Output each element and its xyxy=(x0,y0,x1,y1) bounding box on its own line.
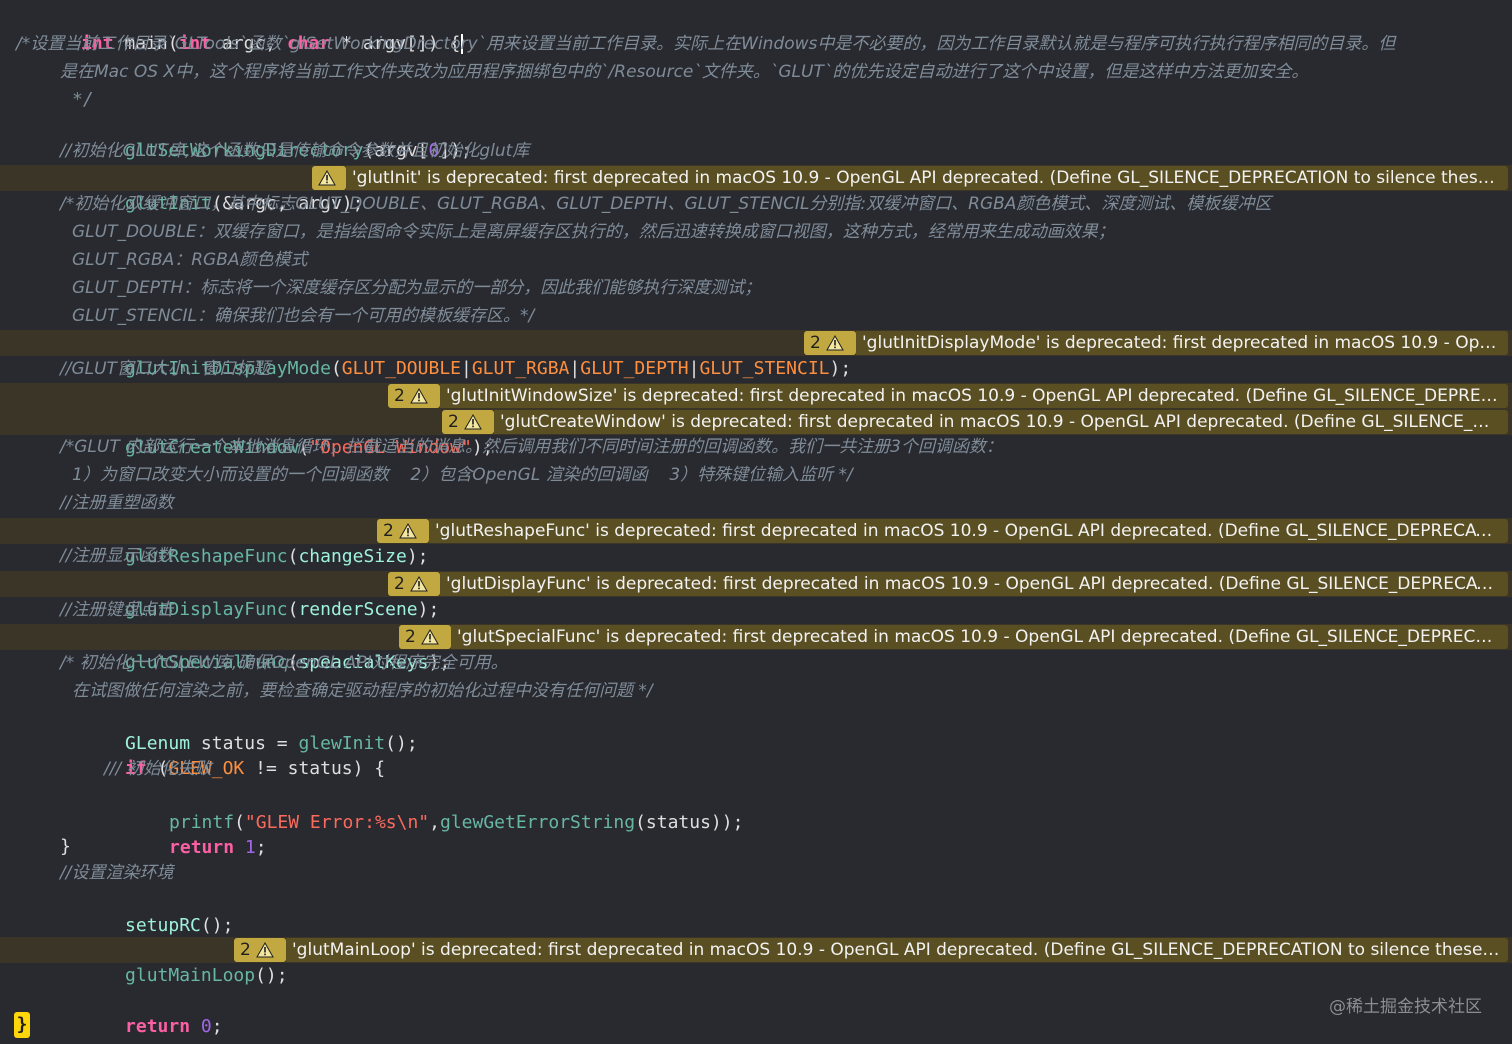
comment: 1）为窗口改变大小而设置的一个回调函数 2）包含OpenGL 渲染的回调函 3）… xyxy=(72,465,853,485)
comment-line[interactable]: 1）为窗口改变大小而设置的一个回调函数 2）包含OpenGL 渲染的回调函 3）… xyxy=(0,462,1512,488)
warning-triangle-icon xyxy=(318,170,336,186)
warning-count: 2 xyxy=(394,574,405,594)
comment-line[interactable]: /// 初始化失败 xyxy=(0,756,1512,782)
matching-brace-highlight[interactable]: } xyxy=(14,1012,30,1038)
code-text: (); xyxy=(200,915,234,936)
warning-message[interactable]: 'glutSpecialFunc' is deprecated: first d… xyxy=(451,625,1508,649)
comment: 是在Mac OS X中，这个程序将当前工作文件夹改为应用程序捆绑包中的`/Res… xyxy=(60,62,1309,82)
comment: */ xyxy=(72,89,94,110)
warning-message[interactable]: 'glutReshapeFunc' is deprecated: first d… xyxy=(429,519,1508,543)
warning-badge[interactable]: 2 xyxy=(804,331,856,355)
comment: /* 初始化一个GLEW库,确保OpenGL API对程序完全可用。 xyxy=(60,653,508,673)
comment-line[interactable]: GLUT_DEPTH：标志将一个深度缓存区分配为显示的一部分，因此我们能够执行深… xyxy=(0,275,1512,301)
warning-badge[interactable]: 2 xyxy=(377,519,429,543)
code-line-with-warning[interactable]: glutMainLoop(); 2 'glutMainLoop' is depr… xyxy=(0,937,1512,986)
comment-line[interactable]: GLUT_STENCIL：确保我们也会有一个可用的模板缓存区。*/ xyxy=(0,303,1512,329)
comment: GLUT_STENCIL：确保我们也会有一个可用的模板缓存区。*/ xyxy=(72,306,535,326)
code-text: } xyxy=(60,836,71,857)
comment: //注册键盘点击 xyxy=(60,600,174,620)
warning-count: 2 xyxy=(394,386,405,406)
warning-badge[interactable]: 2 xyxy=(234,938,286,962)
warning-message[interactable]: 'glutCreateWindow' is deprecated: first … xyxy=(494,410,1508,434)
code-line[interactable]: setupRC(); xyxy=(0,887,1512,936)
code-line[interactable]: } xyxy=(0,834,1512,860)
comment: GLUT_DEPTH：标志将一个深度缓存区分配为显示的一部分，因此我们能够执行深… xyxy=(72,278,762,298)
number-literal: 0 xyxy=(200,1016,212,1037)
warning-message[interactable]: 'glutDisplayFunc' is deprecated: first d… xyxy=(440,572,1508,596)
comment-line[interactable]: /*GLUT 内部运行一个本地消息循环，拦截适当的消息。然后调用我们不同时间注册… xyxy=(0,434,1512,460)
function-call: glutMainLoop xyxy=(125,965,256,986)
code-line-with-warning[interactable]: glutInit(&argc, argv); 'glutInit' is dep… xyxy=(0,165,1512,214)
warning-message[interactable]: 'glutInitWindowSize' is deprecated: firs… xyxy=(440,384,1508,408)
comment-line[interactable]: /*设置当前工作目录`GLTools`函数`glSetWorkingDrecto… xyxy=(0,31,1512,57)
code-line[interactable]: printf("GLEW Error:%s\n",glewGetErrorStr… xyxy=(0,784,1512,833)
warning-triangle-icon xyxy=(420,629,439,645)
comment-line[interactable]: /* 初始化一个GLEW库,确保OpenGL API对程序完全可用。 xyxy=(0,650,1512,676)
comment: //GLUT窗口大小、窗口标题 xyxy=(60,359,270,379)
code-line[interactable]: gltSetWorkingDirectory(argv[0]); xyxy=(0,112,1512,161)
comment-line[interactable]: //GLUT窗口大小、窗口标题 xyxy=(0,356,1512,382)
comment: //注册显示函数 xyxy=(60,546,174,566)
comment: /*GLUT 内部运行一个本地消息循环，拦截适当的消息。然后调用我们不同时间注册… xyxy=(60,437,1003,457)
warning-badge[interactable]: 2 xyxy=(399,625,451,649)
warning-message[interactable]: 'glutMainLoop' is deprecated: first depr… xyxy=(286,938,1508,962)
warning-count: 2 xyxy=(383,521,394,541)
code-text: (); xyxy=(255,965,288,986)
warning-triangle-icon xyxy=(409,388,428,404)
warning-badge[interactable]: 2 xyxy=(388,572,440,596)
warning-count: 2 xyxy=(810,333,821,353)
comment: /*初始化双缓冲窗口，其中标志GLUT_DOUBLE、GLUT_RGBA、GLU… xyxy=(60,194,1272,214)
code-line-with-warning[interactable]: glutReshapeFunc(changeSize); 2 'glutResh… xyxy=(0,518,1512,567)
function-call: setupRC xyxy=(125,915,201,936)
warning-count: 2 xyxy=(240,940,251,960)
comment-line[interactable]: GLUT_RGBA：RGBA颜色模式 xyxy=(0,247,1512,273)
code-line[interactable]: if (GLEW_OK != status) { xyxy=(0,730,1512,779)
code-line-with-warning[interactable]: glutInitDisplayMode(GLUT_DOUBLE|GLUT_RGB… xyxy=(0,330,1512,379)
comment: //初始化GLUT库,这个函数只是传输命令参数并且初始化glut库 xyxy=(60,141,530,161)
code-line-with-warning[interactable]: glutSpecialFunc(speacialKeys); 2 'glutSp… xyxy=(0,624,1512,673)
warning-triangle-icon xyxy=(463,414,482,430)
watermark: @稀土掘金技术社区 xyxy=(1329,997,1482,1017)
comment-line[interactable]: GLUT_DOUBLE：双缓存窗口，是指绘图命令实际上是离屏缓存区执行的，然后迅… xyxy=(0,219,1512,245)
comment: GLUT_DOUBLE：双缓存窗口，是指绘图命令实际上是离屏缓存区执行的，然后迅… xyxy=(72,222,1115,242)
comment-line[interactable]: */ xyxy=(0,87,1512,113)
comment-line[interactable]: //注册键盘点击 xyxy=(0,597,1512,623)
code-line-with-warning[interactable]: glutCreateWindow("OpenGL Window"); 2 'gl… xyxy=(0,409,1512,458)
code-line-with-warning[interactable]: glutInitWindowSize(800, 600); 2 'glutIni… xyxy=(0,383,1512,432)
warning-count: 2 xyxy=(448,412,459,432)
comment-line[interactable]: /*初始化双缓冲窗口，其中标志GLUT_DOUBLE、GLUT_RGBA、GLU… xyxy=(0,191,1512,217)
comment-line[interactable]: //注册重塑函数 xyxy=(0,490,1512,516)
warning-triangle-icon xyxy=(255,942,274,958)
warning-triangle-icon xyxy=(398,523,417,539)
warning-count: 2 xyxy=(405,627,416,647)
comment-line[interactable]: //设置渲染环境 xyxy=(0,860,1512,886)
warning-badge[interactable]: 2 xyxy=(388,384,440,408)
comment: //设置渲染环境 xyxy=(60,863,174,883)
comment-line[interactable]: //注册显示函数 xyxy=(0,543,1512,569)
warning-badge[interactable] xyxy=(312,166,346,190)
comment: /*设置当前工作目录`GLTools`函数`glSetWorkingDrecto… xyxy=(16,34,1396,54)
code-text: ; xyxy=(211,1016,223,1037)
code-line[interactable]: int main(int argc, char * argv[]) { xyxy=(0,5,1512,54)
code-line[interactable]: GLenum status = glewInit(); xyxy=(0,705,1512,754)
warning-badge[interactable]: 2 xyxy=(442,410,494,434)
comment: GLUT_RGBA：RGBA颜色模式 xyxy=(72,250,308,270)
comment: //注册重塑函数 xyxy=(60,493,174,513)
comment: /// 初始化失败 xyxy=(104,759,212,779)
keyword: return xyxy=(125,1016,191,1037)
warning-triangle-icon xyxy=(825,335,844,351)
comment-line[interactable]: //初始化GLUT库,这个函数只是传输命令参数并且初始化glut库 xyxy=(0,138,1512,164)
code-editor[interactable]: int main(int argc, char * argv[]) { /*设置… xyxy=(0,0,1512,1044)
comment: 在试图做任何渲染之前，要检查确定驱动程序的初始化过程中没有任何问题 */ xyxy=(72,681,653,701)
code-line[interactable]: return 1; xyxy=(0,809,1512,858)
comment-line[interactable]: 在试图做任何渲染之前，要检查确定驱动程序的初始化过程中没有任何问题 */ xyxy=(0,678,1512,704)
code-line[interactable]: return 0; xyxy=(0,988,1512,1037)
warning-message[interactable]: 'glutInitDisplayMode' is deprecated: fir… xyxy=(856,331,1508,355)
warning-triangle-icon xyxy=(409,576,428,592)
warning-message[interactable]: 'glutInit' is deprecated: first deprecat… xyxy=(346,166,1508,190)
comment-line[interactable]: 是在Mac OS X中，这个程序将当前工作文件夹改为应用程序捆绑包中的`/Res… xyxy=(0,59,1512,85)
code-line-with-warning[interactable]: glutDisplayFunc(renderScene); 2 'glutDis… xyxy=(0,571,1512,620)
